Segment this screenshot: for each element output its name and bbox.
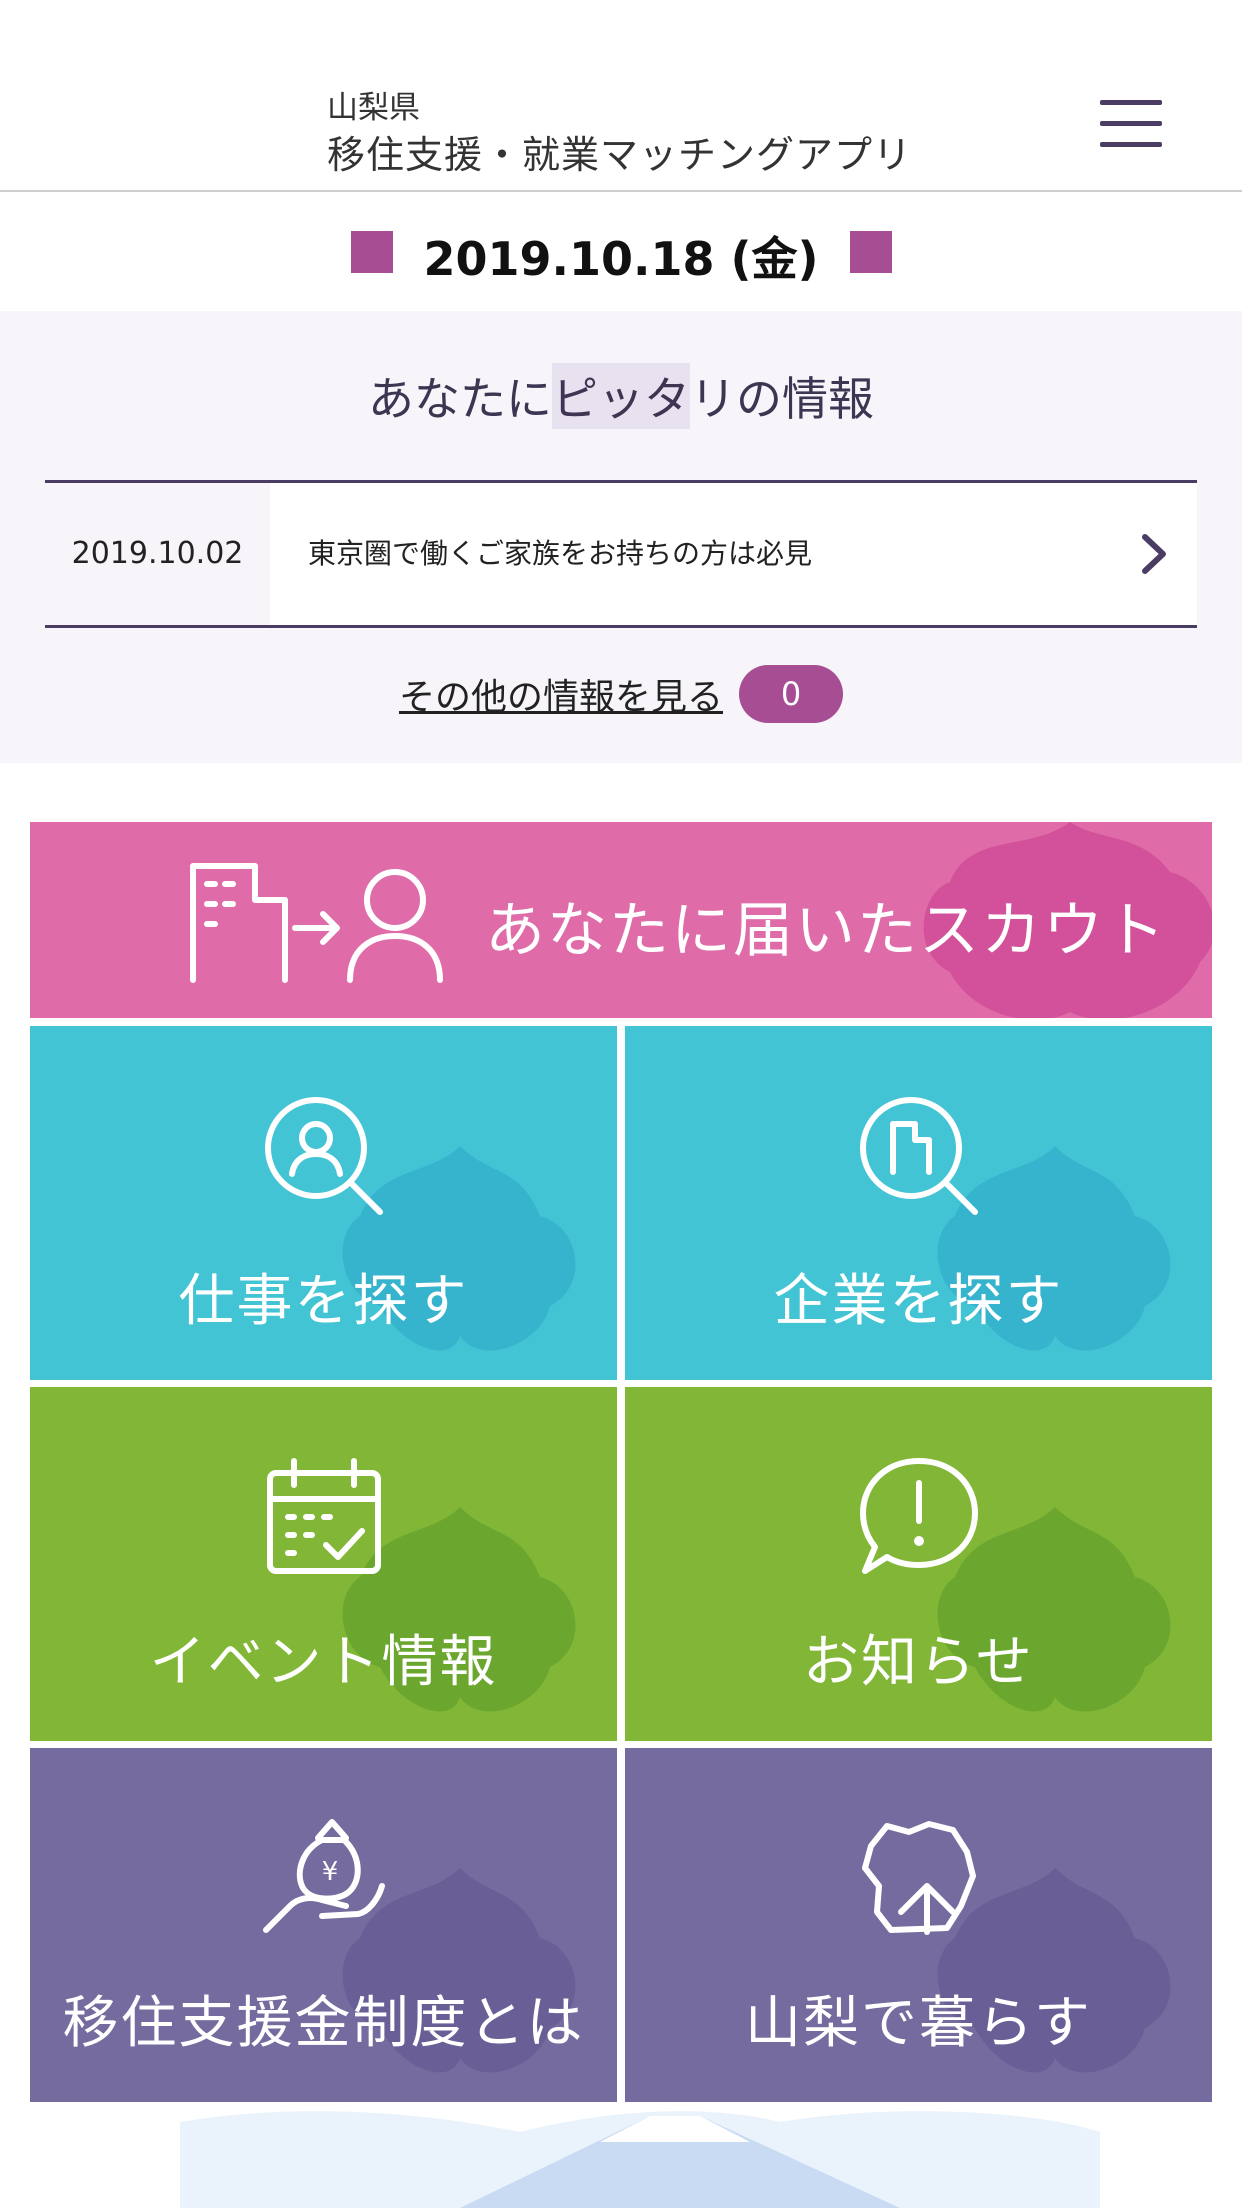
calendar-check-icon [267,1458,381,1574]
prefecture-label: 山梨県 [327,90,420,126]
app-title: 移住支援・就業マッチングアプリ [327,133,913,177]
news-button[interactable]: お知らせ [625,1387,1212,1741]
hamburger-menu-icon[interactable] [1100,96,1168,154]
relocation-support-label: 移住支援金制度とは [62,1991,585,2056]
building-to-person-icon [190,863,443,983]
search-person-icon [265,1097,383,1215]
live-in-yamanashi-button[interactable]: 山梨で暮らす [625,1748,1212,2102]
find-company-label: 企業を探す [773,1269,1064,1334]
money-bag-hand-icon: ¥ [263,1819,385,1933]
mount-fuji-decoration-icon [180,2111,1100,2208]
info-list-item[interactable]: 2019.10.02 東京圏で働くご家族をお持ちの方は必見 [45,480,1197,628]
news-label: お知らせ [803,1630,1034,1695]
info-item-title: 東京圏で働くご家族をお持ちの方は必見 [308,537,813,570]
scout-banner-button[interactable]: あなたに届いたスカウト [30,822,1212,1018]
more-info-count-badge: 0 [739,665,843,723]
search-building-icon [860,1097,978,1215]
more-info-link[interactable]: その他の情報を見る [399,668,723,720]
date-square-right-icon [850,231,892,273]
event-info-label: イベント情報 [149,1630,498,1695]
event-info-button[interactable]: イベント情報 [30,1387,617,1741]
more-info-row: その他の情報を見る 0 [0,665,1242,725]
speech-bubble-alert-icon [860,1458,978,1574]
svg-text:¥: ¥ [322,1857,339,1887]
title-highlight: ピッタ [552,363,690,429]
chevron-right-icon [1142,534,1166,574]
live-in-yamanashi-label: 山梨で暮らす [745,1991,1092,2056]
current-date: 2019.10.18 (金) [423,232,819,286]
map-home-icon [862,1821,976,1935]
section-title: あなたにピッタリの情報 [0,363,1242,429]
find-job-button[interactable]: 仕事を探す [30,1026,617,1380]
app-header: 山梨県 移住支援・就業マッチングアプリ [0,0,1242,192]
title-part-1: あなたに [368,372,552,426]
find-company-button[interactable]: 企業を探す [625,1026,1212,1380]
scout-label: あなたに届いたスカウト [485,896,1167,966]
date-square-left-icon [351,231,393,273]
relocation-support-button[interactable]: ¥ 移住支援金制度とは [30,1748,617,2102]
date-bar: 2019.10.18 (金) [0,194,1242,310]
recommended-info-section: あなたにピッタリの情報 2019.10.02 東京圏で働くご家族をお持ちの方は必… [0,311,1242,763]
info-item-date: 2019.10.02 [45,483,270,625]
title-part-2: リの情報 [690,372,874,426]
find-job-label: 仕事を探す [178,1269,469,1334]
